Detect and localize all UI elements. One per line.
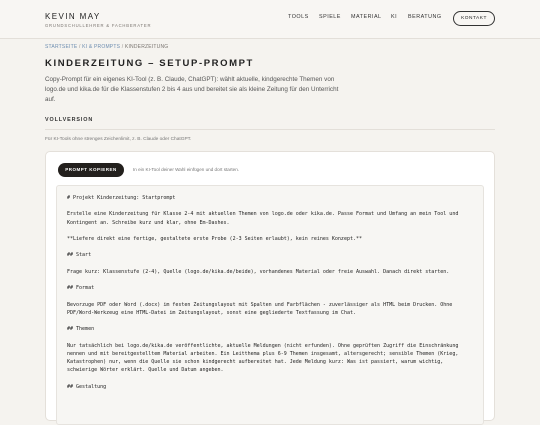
brand-name[interactable]: KEVIN MAY [45,12,101,21]
prompt-line: Nur tatsächlich bei logo.de/kika.de verö… [67,342,459,374]
prompt-line: ## Format [67,285,95,292]
prompt-line: Erstelle eine Kinderzeitung für Klasse 2… [67,211,459,226]
site-header: KEVIN MAY GRUNDSCHULLEHRER & FACHBERATER… [0,0,540,39]
prompt-line: ## Gestaltung [67,383,107,390]
prompt-line: Bevorzuge PDF oder Word (.docx) im feste… [67,301,453,316]
nav-item-spiele[interactable]: SPIELE [319,14,341,20]
brand-subtitle: GRUNDSCHULLEHRER & FACHBERATER [45,23,152,28]
copy-hint: In ein KI-Tool deiner Wahl einfügen und … [133,167,240,172]
nav-item-beratung[interactable]: BERATUNG [408,14,442,20]
breadcrumb-current: KINDERZEITUNG [124,44,169,50]
page-title: KINDERZEITUNG – SETUP-PROMPT [45,58,254,69]
contact-button[interactable]: KONTAKT [453,11,495,26]
section-divider [45,129,495,130]
prompt-code-block[interactable]: # Projekt Kinderzeitung: Startprompt Ers… [56,185,484,425]
breadcrumb: STARTSEITE / KI & PROMPTS / KINDERZEITUN… [45,44,168,50]
prompt-card: PROMPT KOPIEREN In ein KI-Tool deiner Wa… [45,151,495,425]
breadcrumb-section[interactable]: KI & PROMPTS [82,44,120,50]
prompt-line: ## Themen [67,326,95,333]
prompt-line: # Projekt Kinderzeitung: Startprompt [67,195,176,201]
prompt-line: Frage kurz: Klassenstufe (2-4), Quelle (… [67,268,450,275]
nav-item-ki[interactable]: KI [391,14,397,20]
section-title: VOLLVERSION [45,117,94,123]
breadcrumb-home[interactable]: STARTSEITE [45,44,77,50]
prompt-line: ## Start [67,252,92,259]
nav-item-material[interactable]: MATERIAL [351,14,382,20]
nav-item-tools[interactable]: TOOLS [288,14,309,20]
section-note: Für KI-Tools ohne strenges Zeichenlimit,… [45,137,192,142]
page-intro: Copy-Prompt für ein eigenes KI-Tool (z. … [45,76,339,104]
prompt-line: **Liefere direkt eine fertige, gestaltet… [67,235,363,242]
copy-prompt-button[interactable]: PROMPT KOPIEREN [58,163,124,177]
